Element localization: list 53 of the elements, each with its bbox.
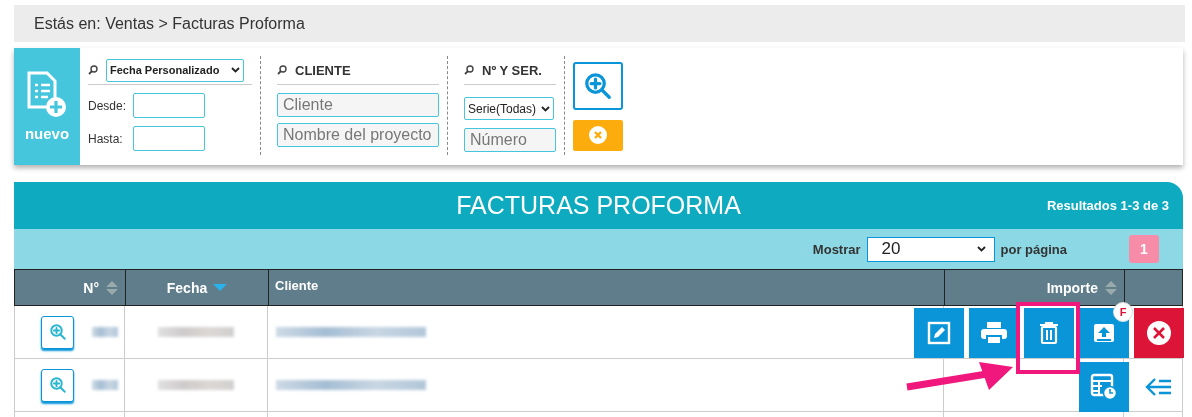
results-count: Resultados 1-3 de 3 (1046, 198, 1169, 213)
clear-icon (589, 126, 607, 145)
column-header[interactable]: Cliente (269, 270, 945, 305)
per-page-label: por página (1000, 241, 1067, 257)
printer-icon (980, 321, 1008, 345)
page-button[interactable]: 1 (1129, 235, 1159, 263)
series-select[interactable]: Serie(Todas) (464, 97, 554, 120)
section-heading: Nº Y SER. (482, 62, 542, 78)
zoom-in-icon (48, 376, 67, 394)
blurred-text (92, 380, 118, 390)
edit-icon (927, 321, 951, 345)
show-label: Mostrar (812, 241, 861, 257)
caret-icon (231, 67, 240, 73)
project-field[interactable]: Nombre del proyecto (277, 123, 439, 147)
sort-icon[interactable] (1104, 279, 1118, 296)
trash-icon (1039, 321, 1059, 345)
caret-icon (976, 246, 986, 252)
print-button[interactable] (969, 308, 1019, 358)
schedule-button[interactable] (1079, 362, 1129, 412)
blurred-text (92, 327, 118, 337)
table-title: FACTURAS PROFORMA (456, 191, 741, 220)
client-field[interactable]: Cliente (277, 93, 439, 117)
breadcrumb: Estás en: Ventas > Facturas Proforma (14, 5, 1185, 42)
collapse-arrow-icon (1145, 377, 1173, 397)
field-label: Hasta: (88, 131, 124, 146)
table-clock-icon (1090, 373, 1118, 401)
page-size-select[interactable]: 20 (866, 236, 995, 262)
date-range-select[interactable]: Fecha Personalizado (106, 58, 244, 82)
sort-icon[interactable] (105, 279, 119, 296)
delete-button[interactable] (1024, 308, 1074, 358)
search-icon (277, 65, 287, 75)
date-field[interactable] (133, 126, 205, 151)
clear-button[interactable] (573, 119, 623, 151)
search-icon (88, 65, 98, 75)
edit-button[interactable] (914, 308, 964, 358)
field-label: Desde: (88, 98, 125, 113)
zoom-in-icon (583, 70, 613, 101)
upload-button[interactable] (1079, 308, 1129, 358)
search-icon (464, 65, 474, 75)
view-button[interactable] (41, 368, 74, 402)
section-heading: CLIENTE (295, 62, 351, 78)
zoom-in-icon (48, 323, 67, 341)
view-button[interactable] (41, 315, 74, 349)
sort-descending-icon[interactable] (213, 283, 228, 292)
date-field[interactable] (133, 93, 205, 118)
cancel-icon (1146, 320, 1172, 346)
search-button[interactable] (573, 62, 623, 110)
caret-icon (541, 105, 550, 112)
cancel-button[interactable] (1134, 308, 1184, 358)
upload-tray-icon (1092, 321, 1116, 345)
column-header[interactable]: Fecha (126, 270, 269, 305)
number-field[interactable]: Número (464, 128, 556, 152)
column-header[interactable]: N° (15, 270, 126, 305)
